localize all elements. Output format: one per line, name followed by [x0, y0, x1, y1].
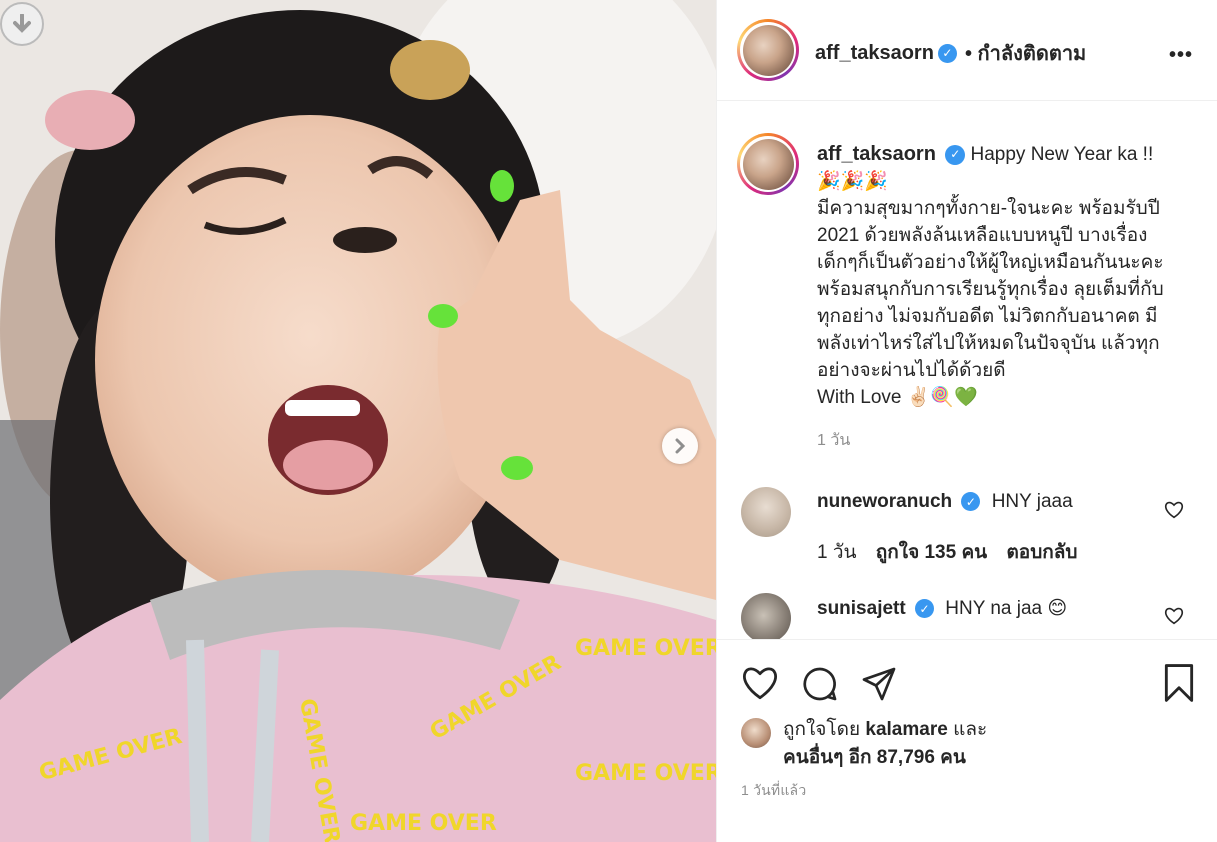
likes-joiner: และ	[953, 719, 988, 740]
likes-prefix: ถูกใจโดย	[783, 719, 861, 740]
commenter-avatar[interactable]	[741, 593, 791, 639]
liker-avatar[interactable]	[741, 718, 771, 748]
commenter-username[interactable]: nuneworanuch	[817, 491, 952, 512]
post-header: aff_taksaorn ✓ • กำลังติดตาม •••	[717, 0, 1217, 101]
caption-avatar[interactable]	[737, 133, 799, 195]
likes-others-count[interactable]: คนอื่นๆ อีก 87,796 คน	[783, 747, 966, 768]
caption-text-line: With Love ✌🏻🍭💚	[817, 387, 978, 408]
like-comment-heart-icon[interactable]	[1164, 607, 1184, 625]
paper-plane-icon[interactable]	[861, 666, 897, 702]
bookmark-icon[interactable]	[1162, 664, 1196, 702]
reply-button[interactable]: ตอบกลับ	[1006, 542, 1077, 563]
post-timestamp[interactable]: 1 วันที่แล้ว	[741, 780, 806, 802]
likes-summary: ถูกใจโดย kalamare และ คนอื่นๆ อีก 87,796…	[741, 716, 987, 772]
download-button[interactable]	[0, 2, 44, 46]
speech-bubble-icon[interactable]	[801, 666, 839, 702]
arrow-down-icon	[13, 14, 31, 33]
comment-like-count[interactable]: ถูกใจ 135 คน	[876, 542, 987, 563]
caption-time[interactable]: 1 วัน	[817, 427, 1207, 454]
caption-text-line: 🎉🎉🎉	[817, 171, 888, 192]
hoodie-print: GAME OVER	[350, 811, 497, 836]
caption-username[interactable]: aff_taksaorn	[817, 143, 936, 165]
chevron-right-icon	[675, 438, 686, 454]
commenter-username[interactable]: sunisajett	[817, 598, 906, 619]
hoodie-print: GAME OVER	[575, 761, 716, 786]
hoodie-print: GAME OVER	[575, 636, 716, 661]
caption-text-line: อย่างจะผ่านไปได้ด้วยดี	[817, 360, 1006, 381]
caption-text-line: Happy New Year ka !!	[970, 144, 1154, 165]
following-status[interactable]: • กำลังติดตาม	[965, 37, 1086, 69]
author-avatar[interactable]	[737, 19, 799, 81]
caption-text-line: เด็กๆก็เป็นตัวอย่างให้ผู้ใหญ่เหมือนกันนะ…	[817, 252, 1164, 273]
liker-username[interactable]: kalamare	[865, 719, 947, 740]
author-username[interactable]: aff_taksaorn	[815, 42, 934, 65]
caption-text-line: 2021 ด้วยพลังล้นเหลือแบบหนูปี บางเรื่อง	[817, 225, 1148, 246]
caption-text-line: พร้อมสนุกกับการเรียนรู้ทุกเรื่อง ลุยเต็ม…	[817, 279, 1164, 300]
verified-badge-icon: ✓	[945, 144, 966, 165]
verified-badge-icon: ✓	[914, 599, 934, 619]
caption-text-line: พลังเท่าไหร่ใส่ไปให้หมดในปัจจุบัน แล้วทุ…	[817, 333, 1160, 354]
verified-badge-icon: ✓	[937, 43, 957, 63]
verified-badge-icon: ✓	[961, 492, 981, 512]
heart-icon[interactable]	[741, 666, 779, 700]
comments-list[interactable]: aff_taksaorn ✓ Happy New Year ka !! 🎉🎉🎉 …	[717, 101, 1217, 639]
more-options-button[interactable]: •••	[1169, 44, 1193, 67]
next-photo-button[interactable]	[662, 428, 698, 464]
caption-text-line: มีความสุขมากๆทั้งกาย-ใจนะคะ พร้อมรับปี	[817, 198, 1160, 219]
post-photo: GAME OVER GAME OVER GAME OVER GAME OVER …	[0, 0, 716, 842]
commenter-avatar[interactable]	[741, 487, 791, 537]
post-media[interactable]: GAME OVER GAME OVER GAME OVER GAME OVER …	[0, 0, 716, 842]
post-actions: ถูกใจโดย kalamare และ คนอื่นๆ อีก 87,796…	[717, 639, 1217, 842]
post-side-panel: aff_taksaorn ✓ • กำลังติดตาม ••• aff_tak…	[716, 0, 1217, 842]
like-comment-heart-icon[interactable]	[1164, 501, 1184, 519]
comment-text: HNY jaaa	[991, 491, 1073, 512]
comment-text: HNY na jaa 😊	[945, 598, 1068, 619]
caption-text-line: ทุกอย่าง ไม่จมกับอดีต ไม่วิตกกับอนาคต มี	[817, 306, 1158, 327]
comment-time[interactable]: 1 วัน	[817, 542, 857, 563]
